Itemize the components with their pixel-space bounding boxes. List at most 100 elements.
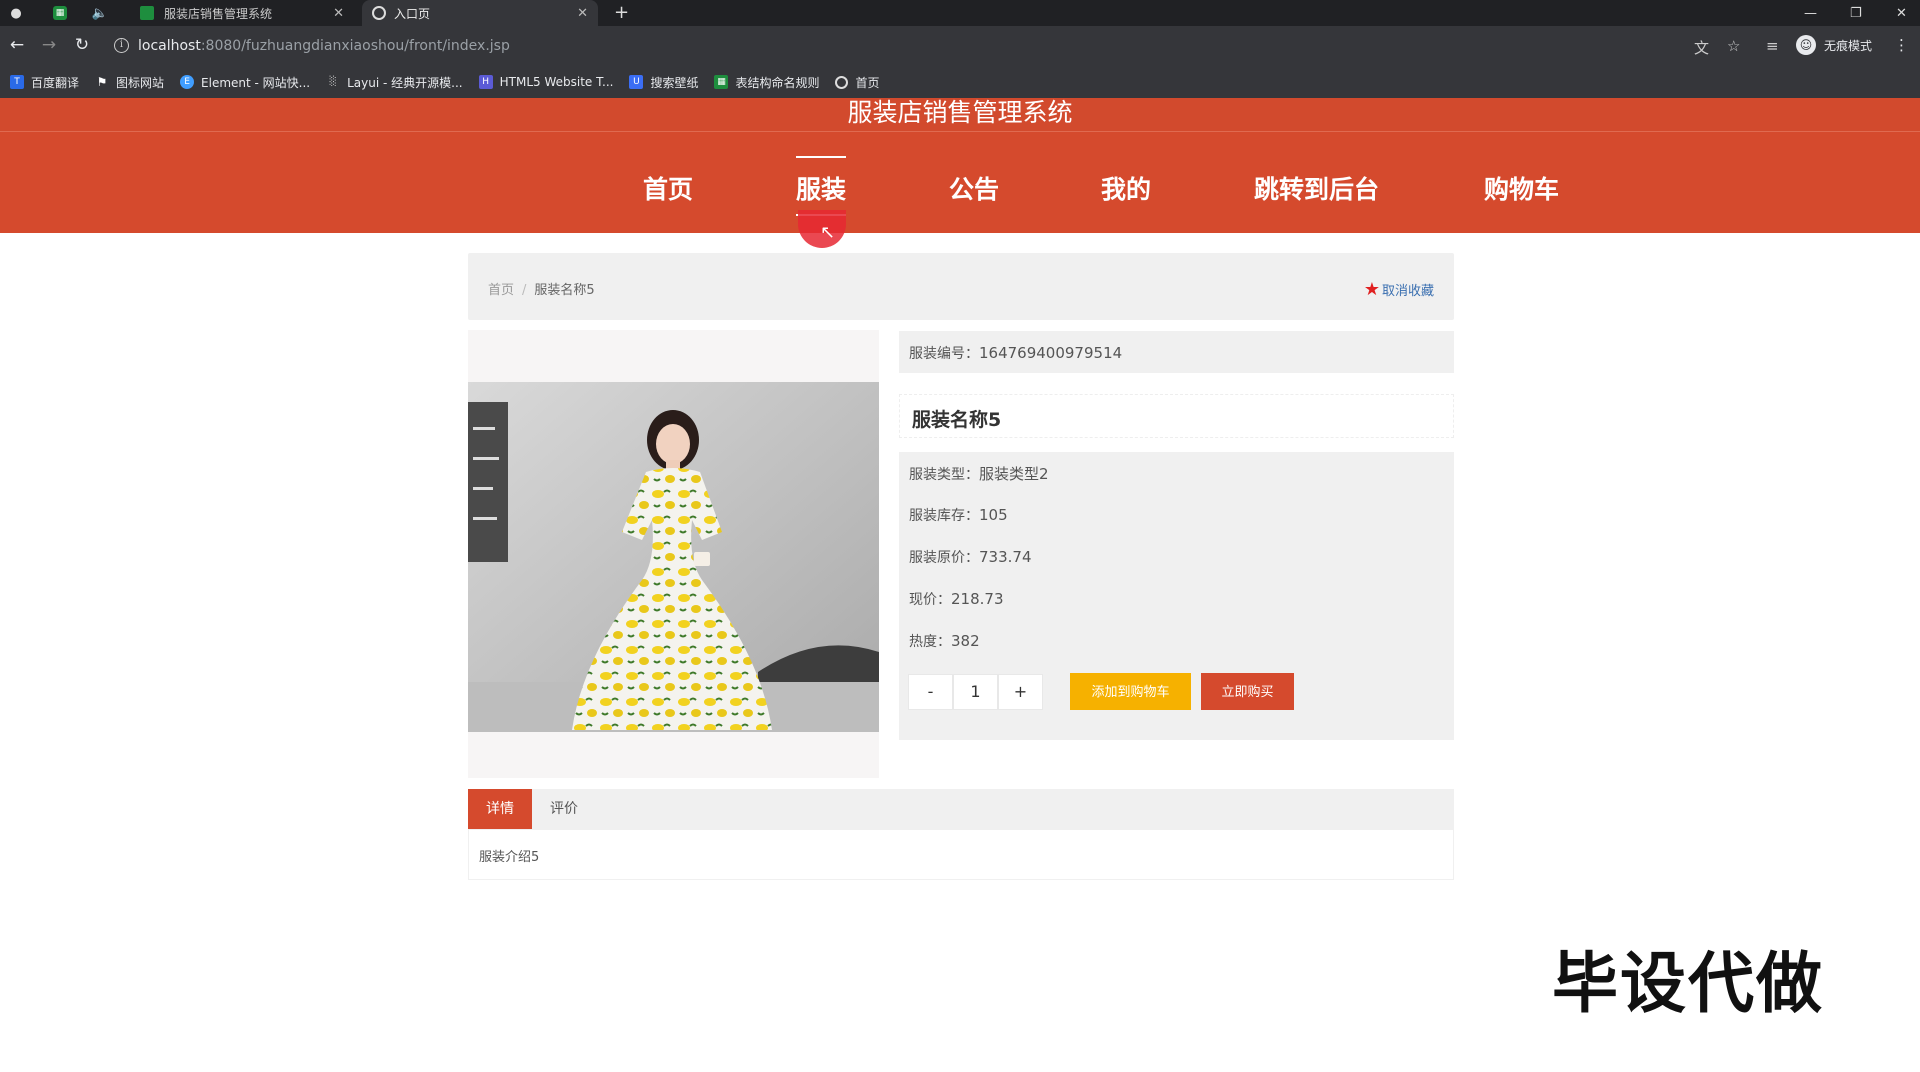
bookmark-item[interactable]: ▦ 表结构命名规则 [714,74,819,91]
translate-icon[interactable]: 文 [1694,37,1709,58]
tab-title: 服装店销售管理系统 [164,6,273,21]
bookmark-item[interactable]: T 百度翻译 [10,74,79,91]
bookmark-item[interactable]: 首页 [835,74,880,91]
breadcrumb-current: 服装名称5 [534,283,595,298]
product-stock-value: 105 [979,506,1008,524]
product-price-row: 现价：218.73 [909,589,1004,609]
breadcrumb-home[interactable]: 首页 [488,283,514,298]
bookmark-item[interactable]: ⚑ 图标网站 [95,74,164,91]
audio-tab-icon[interactable]: 🔈 [92,5,108,21]
bookmarks-bar: T 百度翻译 ⚑ 图标网站 E Element - 网站快... ░ Layui - 经… [0,66,1920,98]
globe-icon [372,6,386,20]
sheets-tab-icon[interactable]: ▦ [53,6,67,20]
quantity-stepper: - 1 + [908,674,1043,710]
product-image[interactable] [468,382,879,732]
element-logo-icon: E [180,75,195,89]
nav-item-clothing[interactable]: 服装 [796,156,847,216]
reading-list-icon[interactable]: ≡ [1766,37,1779,55]
dress-photo-illustration [468,382,879,732]
add-to-cart-button[interactable]: 添加到购物车 [1070,673,1191,710]
nav-item-cart[interactable]: 购物车 [1484,170,1559,206]
url-path: :8080/fuzhuangdianxiaoshou/front/index.j… [200,38,510,54]
quantity-plus-button[interactable]: + [998,674,1043,710]
close-tab-icon[interactable]: ✕ [577,6,588,21]
product-heat-value: 382 [951,632,980,650]
bookmark-label: HTML5 Website T... [499,75,614,89]
tab-reviews[interactable]: 评价 [548,789,580,829]
incognito-profile[interactable]: ☺ 无痕模式 ⋮ [1796,35,1909,55]
product-code-value: 164769400979514 [979,344,1123,362]
translate-icon: T [10,75,24,89]
minimize-icon[interactable]: — [1804,0,1817,26]
sheet-icon: ▦ [714,75,729,89]
watermark: 毕设代做 [1552,945,1824,1022]
product-price-value: 218.73 [951,590,1004,608]
site-title: 服装店销售管理系统 [847,98,1073,127]
bookmark-label: 表结构命名规则 [735,75,820,90]
address-bar[interactable]: localhost:8080/fuzhuangdianxiaoshou/fron… [138,38,510,54]
flag-icon: ⚑ [96,75,108,89]
browser-toolbar: ← → ↻ i localhost:8080/fuzhuangdianxiaos… [0,26,1920,66]
nav-item-home[interactable]: 首页 [643,170,693,206]
back-icon[interactable]: ← [6,35,28,55]
forward-icon[interactable]: → [38,35,60,55]
product-description: 服装介绍5 [479,850,540,865]
breadcrumb-separator: / [522,283,527,298]
tab-details[interactable]: 详情 [468,789,532,829]
browser-tab-2[interactable]: 入口页 ✕ [362,0,598,26]
mouse-cursor-icon: ↖ [820,222,836,243]
product-name: 服装名称5 [899,394,1454,438]
quantity-minus-button[interactable]: - [908,674,953,710]
browser-tab-strip: ● ▦ 🔈 服装店销售管理系统 ✕ 入口页 ✕ + — ❐ ✕ [0,0,1920,26]
bookmark-label: 首页 [855,75,880,90]
product-type-value: 服装类型2 [979,465,1049,483]
nav-item-mine[interactable]: 我的 [1101,170,1151,206]
nav-item-admin[interactable]: 跳转到后台 [1254,170,1379,206]
nav-item-notice[interactable]: 公告 [949,170,999,206]
product-tabs: 详情 评价 [468,789,1454,829]
bookmark-label: 图标网站 [116,75,165,90]
buy-now-button[interactable]: 立即购买 [1201,673,1294,710]
globe-icon [835,75,849,89]
site-info-icon[interactable]: i [114,38,129,53]
bookmark-label: 百度翻译 [31,75,80,90]
new-tab-icon[interactable]: + [614,2,629,23]
product-original-price-value: 733.74 [979,548,1032,566]
star-icon: ★ [1363,279,1380,300]
unfavorite-label: 取消收藏 [1381,284,1434,299]
product-heat-label: 热度： [909,634,951,650]
bookmark-item[interactable]: H HTML5 Website T... [478,75,614,89]
product-heat-row: 热度：382 [909,631,980,651]
restore-icon[interactable]: ❐ [1850,0,1862,26]
tab-content: 服装介绍5 [468,829,1454,880]
browser-menu-icon[interactable]: ⋮ [1894,36,1909,54]
chrome-menu-icon[interactable]: ● [8,5,24,21]
wallpaper-icon: U [629,75,644,89]
reload-icon[interactable]: ↻ [71,35,93,55]
unfavorite-button[interactable]: ★ 取消收藏 [1364,279,1434,300]
bookmark-item[interactable]: U 搜索壁纸 [629,74,698,91]
product-stock-row: 服装库存：105 [909,505,1008,525]
html5-icon: H [478,75,493,89]
bookmark-label: Element - 网站快... [201,75,311,90]
product-original-price-label: 服装原价： [909,550,979,566]
product-code-label: 服装编号： [909,346,979,362]
close-tab-icon[interactable]: ✕ [333,6,344,21]
bookmark-star-icon[interactable]: ☆ [1727,37,1740,55]
product-type-row: 服装类型：服装类型2 [909,463,1049,484]
browser-tab-1[interactable]: 服装店销售管理系统 ✕ [130,0,354,26]
tab-favicon-icon [140,6,154,20]
quantity-input[interactable]: 1 [953,674,998,710]
bookmark-item[interactable]: ░ Layui - 经典开源模... [326,74,463,91]
url-host: localhost [138,38,201,54]
incognito-icon: ☺ [1796,35,1816,55]
close-window-icon[interactable]: ✕ [1896,0,1907,26]
main-nav: 首页 服装 公告 我的 跳转到后台 购物车 [0,156,1920,216]
product-original-price-row: 服装原价：733.74 [909,547,1032,567]
product-type-label: 服装类型： [909,467,979,483]
bookmark-label: 搜索壁纸 [650,75,699,90]
bookmark-item[interactable]: E Element - 网站快... [180,74,310,91]
bookmark-label: Layui - 经典开源模... [347,75,463,90]
layui-logo-icon: ░ [329,77,337,87]
product-stock-label: 服装库存： [909,508,979,524]
